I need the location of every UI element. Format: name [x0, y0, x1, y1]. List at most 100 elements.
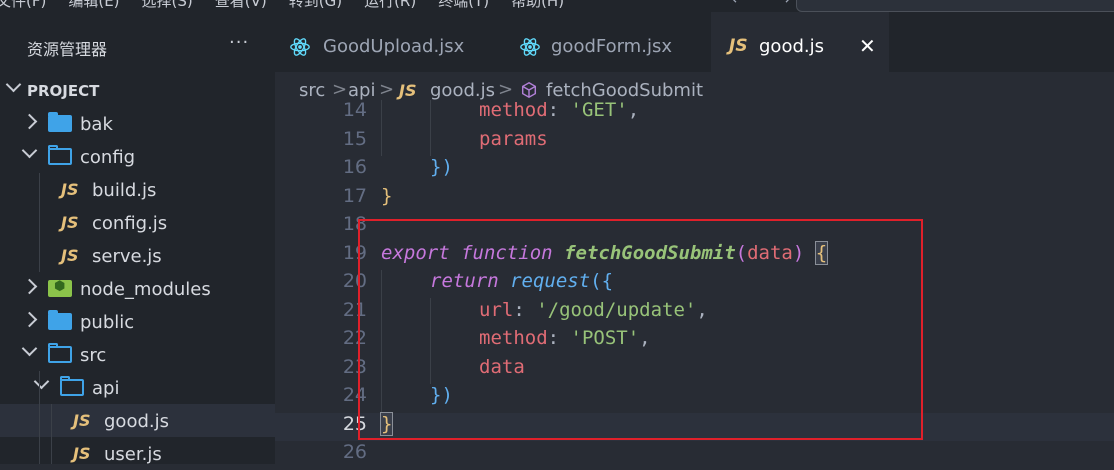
breadcrumb-src[interactable]: src	[299, 80, 325, 101]
indent-guide	[39, 371, 40, 464]
token: ,	[696, 298, 708, 321]
token: 'POST'	[570, 327, 640, 349]
token: :	[547, 327, 571, 349]
code-text: params	[479, 128, 548, 150]
tree-label: public	[80, 312, 135, 333]
javascript-icon: JS	[61, 246, 79, 265]
tree-item-build-js[interactable]: JS build.js	[0, 173, 275, 206]
token: 'GET'	[570, 100, 628, 121]
line-number: 18	[342, 213, 367, 235]
breadcrumb-fetchgoodsubmit[interactable]: fetchGoodSubmit	[546, 80, 703, 101]
breadcrumb-good-js[interactable]: good.js	[430, 80, 495, 101]
tree-item-good-js[interactable]: JS good.js	[0, 404, 275, 437]
code-text: method: 'GET',	[479, 100, 639, 121]
menu-help[interactable]: 帮助(H)	[511, 0, 564, 11]
explorer-title: 资源管理器	[27, 40, 108, 59]
token: ({	[590, 270, 614, 292]
tree-root-project[interactable]: PROJECT	[0, 74, 275, 107]
code-line: 18	[275, 213, 1114, 242]
code-text: }	[379, 411, 394, 436]
line-number: 26	[342, 441, 367, 463]
token: url	[479, 298, 514, 321]
command-center-search[interactable]	[796, 0, 1114, 12]
tab-goodform-jsx[interactable]: goodForm.jsx	[491, 12, 711, 72]
token: data	[747, 241, 793, 264]
menu-selection[interactable]: 选择(S)	[142, 0, 193, 11]
token: (	[735, 241, 748, 264]
tree-item-user-js[interactable]: JS user.js	[0, 437, 275, 470]
chevron-down-icon	[21, 142, 38, 159]
indent-guide	[39, 173, 40, 272]
code-text: method: 'POST',	[479, 327, 651, 349]
tree-item-node-modules[interactable]: node_modules	[0, 272, 275, 305]
tree-item-serve-js[interactable]: JS serve.js	[0, 239, 275, 272]
tree-label: serve.js	[92, 246, 162, 267]
token: fetchGoodSubmit	[564, 241, 736, 264]
close-icon[interactable]: ✕	[859, 34, 876, 58]
javascript-icon: JS	[729, 36, 748, 56]
tree-label: build.js	[92, 180, 157, 201]
nav-arrows-icon[interactable]: ← →	[732, 0, 804, 8]
tree-item-bak[interactable]: bak	[0, 107, 275, 140]
tree-label: PROJECT	[27, 82, 100, 100]
tree-item-public[interactable]: public	[0, 305, 275, 338]
token: '/good/update'	[536, 298, 697, 321]
code-text: })	[430, 156, 453, 178]
explorer-header: 资源管理器 ···	[0, 12, 275, 72]
token: ,	[627, 100, 640, 121]
tree-item-config-js[interactable]: JS config.js	[0, 206, 275, 239]
menu-go[interactable]: 转到(G)	[289, 0, 342, 11]
menu-terminal[interactable]: 终端(T)	[438, 0, 489, 11]
tree-item-api[interactable]: api	[0, 371, 275, 404]
tree-label: config	[80, 147, 136, 168]
chevron-down-icon	[5, 76, 22, 93]
chevron-right-icon	[21, 311, 38, 328]
tab-good-js[interactable]: JS good.js ✕	[711, 12, 889, 72]
tree-label: bak	[80, 114, 113, 135]
breadcrumb-api[interactable]: api	[348, 80, 375, 101]
line-number: 22	[342, 327, 367, 349]
token: method	[479, 327, 548, 349]
code-text: })	[430, 384, 453, 406]
folder-open-icon	[48, 343, 72, 363]
more-actions-icon[interactable]: ···	[229, 32, 249, 53]
breadcrumb-separator: >	[498, 79, 514, 100]
code-line: 23 data	[275, 356, 1114, 385]
code-editor[interactable]: 14 method: 'GET', 15 params 16 }) 17 } 1…	[275, 100, 1114, 464]
menu-items: 文件(F) 编辑(E) 选择(S) 查看(V) 转到(G) 运行(R) 终端(T…	[0, 0, 564, 11]
line-number: 21	[342, 298, 367, 321]
menu-bar: 文件(F) 编辑(E) 选择(S) 查看(V) 转到(G) 运行(R) 终端(T…	[0, 0, 1114, 12]
indent-guide	[51, 404, 52, 464]
react-icon	[290, 38, 310, 56]
code-line: 26	[275, 441, 1114, 464]
javascript-icon: JS	[399, 81, 417, 100]
menu-edit[interactable]: 编辑(E)	[68, 0, 119, 11]
tree-label: user.js	[104, 444, 162, 465]
breadcrumb-separator: >	[332, 79, 348, 100]
javascript-icon: JS	[73, 444, 91, 463]
line-number: 20	[342, 270, 367, 292]
code-line-current: 25 }	[275, 411, 1114, 441]
line-number: 24	[342, 384, 367, 406]
menu-file[interactable]: 文件(F)	[0, 0, 46, 11]
line-number: 23	[342, 355, 367, 378]
method-cube-icon	[521, 81, 537, 99]
tree-item-config[interactable]: config	[0, 140, 275, 173]
folder-open-icon	[48, 145, 72, 165]
tree-label: config.js	[92, 213, 168, 234]
menu-run[interactable]: 运行(R)	[364, 0, 416, 11]
token: method	[479, 100, 548, 121]
token: params	[479, 127, 548, 150]
tab-goodupload-jsx[interactable]: GoodUpload.jsx	[275, 12, 491, 72]
menu-view[interactable]: 查看(V)	[215, 0, 267, 11]
tree-item-src[interactable]: src	[0, 338, 275, 371]
token: {	[814, 240, 829, 265]
line-number: 25	[342, 412, 367, 435]
line-number: 15	[342, 127, 367, 150]
code-text: }	[381, 185, 392, 207]
explorer-sidebar: 资源管理器 ··· PROJECT bak config JS build.js…	[0, 12, 275, 465]
folder-icon	[48, 310, 72, 330]
token: function	[461, 241, 553, 264]
code-text: export function fetchGoodSubmit(data) {	[381, 240, 829, 265]
token: })	[430, 156, 453, 178]
